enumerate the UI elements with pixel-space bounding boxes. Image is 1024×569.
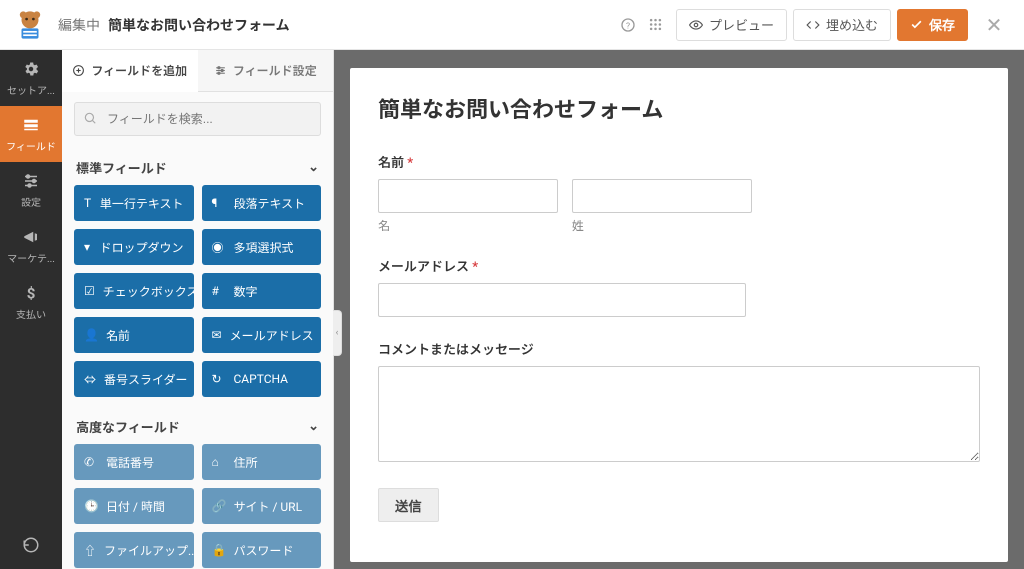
field-chip-advanced[interactable]: 🔗 サイト / URL (202, 488, 322, 524)
comment-label: コメントまたはメッセージ (378, 339, 980, 358)
embed-button[interactable]: 埋め込む (793, 9, 891, 41)
field-chip-label: ファイルアップ... (104, 542, 193, 559)
field-chip-label: 住所 (234, 454, 258, 471)
field-chip-label: 段落テキスト (234, 195, 306, 212)
section-advanced[interactable]: 高度なフィールド⌄ (74, 409, 321, 444)
field-chip-label: 名前 (106, 327, 130, 344)
form-preview: 簡単なお問い合わせフォーム 名前 * 名 姓 メールアドレス * コメントまたは… (350, 68, 1008, 562)
last-sublabel: 姓 (572, 217, 752, 234)
field-icon: 🔒 (212, 543, 226, 557)
field-chip-standard[interactable]: 👤 名前 (74, 317, 194, 353)
field-icon: ✉ (212, 328, 222, 342)
field-chip-label: パスワード (234, 542, 294, 559)
field-icon: ☑ (84, 284, 95, 298)
side-panel: フィールドを追加 フィールド設定 標準フィールド⌄ T 単一行テキスト ¶ 段落テキス… (62, 50, 334, 569)
submit-button[interactable]: 送信 (378, 488, 439, 522)
field-chip-label: チェックボックス (103, 283, 194, 300)
field-chip-standard[interactable]: ◉ 多項選択式 (202, 229, 322, 265)
field-name[interactable]: 名前 * 名 姓 (378, 152, 980, 234)
tab-add-field[interactable]: フィールドを追加 (62, 50, 198, 92)
first-name-input[interactable] (378, 179, 558, 213)
email-input[interactable] (378, 283, 746, 317)
svg-text:$: $ (27, 284, 36, 302)
field-chip-advanced[interactable]: 🕒 日付 / 時間 (74, 488, 194, 524)
nav-payments[interactable]: $支払い (0, 274, 62, 330)
nav-fields[interactable]: フィールド (0, 106, 62, 162)
field-icon: 🔗 (212, 499, 226, 513)
field-icon: ↻ (212, 372, 226, 386)
field-icon: ¶ (212, 196, 226, 210)
field-chip-standard[interactable]: ↻ CAPTCHA (202, 361, 322, 397)
form-canvas: 簡単なお問い合わせフォーム 名前 * 名 姓 メールアドレス * コメントまたは… (334, 50, 1024, 569)
svg-text:?: ? (626, 21, 630, 31)
field-icon: 🕒 (84, 499, 98, 513)
field-chip-standard[interactable]: T 単一行テキスト (74, 185, 194, 221)
nav-settings[interactable]: 設定 (0, 162, 62, 218)
field-chip-label: 日付 / 時間 (106, 498, 165, 515)
name-label: 名前 * (378, 152, 980, 171)
close-button[interactable]: ✕ (976, 13, 1012, 37)
panel-collapse-handle[interactable]: ‹ (333, 310, 342, 356)
chevron-down-icon: ⌄ (308, 160, 319, 175)
editing-label: 編集中 (58, 15, 100, 35)
field-chip-advanced[interactable]: ⌂ 住所 (202, 444, 322, 480)
last-name-input[interactable] (572, 179, 752, 213)
field-icon: T (84, 196, 92, 210)
field-icon: ▾ (84, 240, 91, 254)
field-email[interactable]: メールアドレス * (378, 256, 980, 317)
field-icon: ◉ (212, 239, 226, 256)
field-chip-label: 番号スライダー (104, 371, 188, 388)
field-chip-label: ドロップダウン (99, 239, 183, 256)
field-comment[interactable]: コメントまたはメッセージ (378, 339, 980, 466)
history-button[interactable] (0, 521, 62, 569)
field-chip-advanced[interactable]: ✆ 電話番号 (74, 444, 194, 480)
field-chip-standard[interactable]: ⇔ 番号スライダー (74, 361, 194, 397)
field-chip-advanced[interactable]: 🔒 パスワード (202, 532, 322, 568)
field-icon: ⇧ (84, 542, 96, 559)
field-icon: 👤 (84, 328, 98, 342)
field-chip-label: CAPTCHA (234, 372, 289, 386)
topbar: 編集中 簡単なお問い合わせフォーム ? プレビュー 埋め込む 保存 ✕ (0, 0, 1024, 50)
left-nav: セットア... フィールド 設定 マーケテ... $支払い (0, 50, 62, 569)
section-standard[interactable]: 標準フィールド⌄ (74, 150, 321, 185)
chevron-down-icon: ⌄ (308, 419, 319, 434)
field-icon: ⌂ (212, 455, 226, 469)
field-chip-standard[interactable]: # 数字 (202, 273, 322, 309)
nav-setup[interactable]: セットア... (0, 50, 62, 106)
form-name[interactable]: 簡単なお問い合わせフォーム (108, 15, 290, 35)
field-chip-label: メールアドレス (230, 327, 314, 344)
field-chip-standard[interactable]: ¶ 段落テキスト (202, 185, 322, 221)
form-title[interactable]: 簡単なお問い合わせフォーム (378, 92, 980, 124)
field-chip-label: 多項選択式 (234, 239, 294, 256)
search-input[interactable] (74, 102, 321, 136)
field-chip-standard[interactable]: ▾ ドロップダウン (74, 229, 194, 265)
field-chip-standard[interactable]: ☑ チェックボックス (74, 273, 194, 309)
apps-icon[interactable] (642, 11, 670, 39)
nav-marketing[interactable]: マーケテ... (0, 218, 62, 274)
field-search (74, 102, 321, 136)
comment-textarea[interactable] (378, 366, 980, 462)
field-icon: ✆ (84, 455, 98, 469)
field-chip-advanced[interactable]: ⇧ ファイルアップ... (74, 532, 194, 568)
field-icon: # (212, 284, 226, 298)
save-button[interactable]: 保存 (897, 9, 968, 41)
first-sublabel: 名 (378, 217, 558, 234)
field-chip-label: 数字 (234, 283, 258, 300)
field-chip-label: サイト / URL (234, 498, 303, 515)
help-icon[interactable]: ? (614, 11, 642, 39)
field-icon: ⇔ (84, 371, 96, 388)
preview-button[interactable]: プレビュー (676, 9, 787, 41)
field-chip-standard[interactable]: ✉ メールアドレス (202, 317, 322, 353)
field-chip-label: 単一行テキスト (100, 195, 184, 212)
search-icon (83, 111, 97, 129)
email-label: メールアドレス * (378, 256, 980, 275)
tab-field-settings[interactable]: フィールド設定 (198, 50, 334, 91)
field-chip-label: 電話番号 (106, 454, 154, 471)
app-logo (12, 7, 48, 43)
